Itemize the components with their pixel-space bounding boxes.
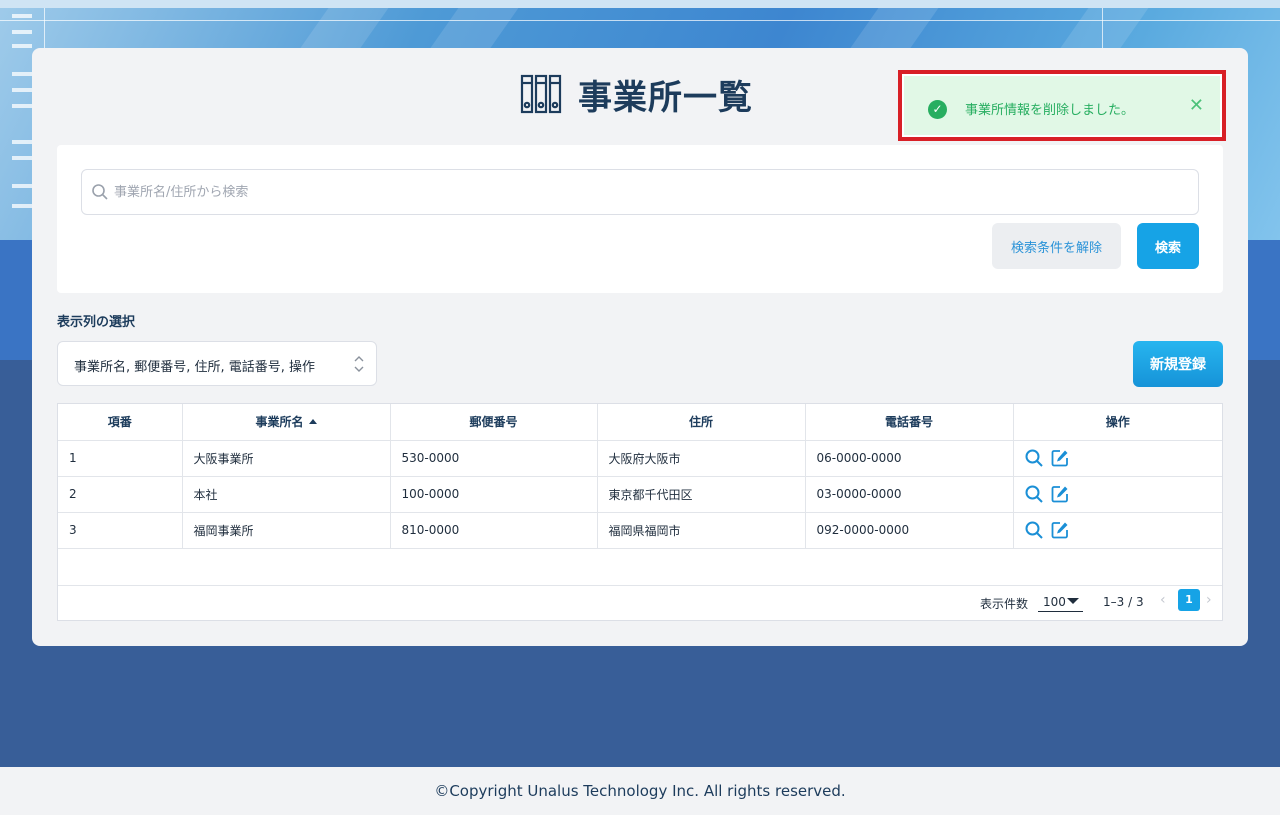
cell-address: 福岡県福岡市	[597, 512, 806, 549]
background-mark	[12, 44, 32, 48]
column-select-label: 表示列の選択	[57, 315, 136, 330]
search-field[interactable]	[81, 169, 1199, 215]
background-mark	[12, 72, 32, 76]
header-label: 項番	[107, 415, 132, 430]
success-toast: ✓ 事業所情報を削除しました。 ✕	[898, 70, 1226, 141]
page-button-1[interactable]: 1	[1178, 589, 1200, 611]
background-mark	[12, 14, 32, 18]
cell-phone: 092-0000-0000	[805, 512, 1014, 549]
sort-ascending-icon	[308, 419, 317, 425]
column-select-value: 事業所名, 郵便番号, 住所, 電話番号, 操作	[74, 360, 316, 375]
table-row[interactable]: 2 本社 100-0000 東京都千代田区 03-0000-0000	[58, 476, 1222, 513]
toast-message: 事業所情報を削除しました。	[965, 103, 1135, 118]
edit-icon[interactable]	[1051, 449, 1069, 467]
chevron-left-icon[interactable]: ‹	[1160, 592, 1166, 608]
search-icon[interactable]	[1025, 521, 1043, 539]
header-label: 郵便番号	[469, 415, 518, 430]
cell-name: 福岡事業所	[182, 512, 391, 549]
select-arrows-icon	[354, 356, 364, 372]
column-header-zip[interactable]: 郵便番号	[390, 404, 598, 441]
background-line	[0, 20, 1280, 21]
search-icon[interactable]	[1025, 449, 1043, 467]
office-binders-icon	[520, 74, 562, 114]
search-panel: 検索条件を解除 検索	[57, 145, 1223, 293]
search-icon[interactable]	[1025, 485, 1043, 503]
page-size-label: 表示件数	[980, 597, 1029, 611]
cell-name: 大阪事業所	[182, 440, 391, 477]
edit-icon[interactable]	[1051, 521, 1069, 539]
clear-search-button[interactable]: 検索条件を解除	[992, 223, 1121, 269]
background-mark	[12, 204, 32, 208]
background-mark	[12, 184, 32, 188]
table-row[interactable]: 3 福岡事業所 810-0000 福岡県福岡市 092-0000-0000	[58, 512, 1222, 549]
cell-phone: 03-0000-0000	[805, 476, 1014, 513]
cell-phone: 06-0000-0000	[805, 440, 1014, 477]
cell-zip: 810-0000	[390, 512, 598, 549]
cell-address: 東京都千代田区	[597, 476, 806, 513]
copyright-text: ©Copyright Unalus Technology Inc. All ri…	[434, 782, 846, 800]
office-table: 項番 事業所名 郵便番号 住所 電話番号 操作 1 大阪事業所 530-0000…	[57, 403, 1223, 621]
column-header-no[interactable]: 項番	[58, 404, 183, 441]
background-mark	[12, 140, 32, 144]
cell-address: 大阪府大阪市	[597, 440, 806, 477]
new-registration-button[interactable]: 新規登録	[1133, 341, 1223, 387]
column-header-actions: 操作	[1013, 404, 1222, 441]
chevron-right-icon[interactable]: ›	[1206, 592, 1212, 608]
page-title: 事業所一覧	[578, 77, 753, 118]
column-header-name[interactable]: 事業所名	[182, 404, 391, 441]
page-size-select[interactable]: 100	[1038, 592, 1083, 612]
column-header-phone[interactable]: 電話番号	[805, 404, 1014, 441]
background-mark	[12, 104, 32, 108]
cell-actions	[1013, 512, 1222, 549]
caret-down-icon	[1067, 598, 1079, 604]
cell-actions	[1013, 476, 1222, 513]
cell-name: 本社	[182, 476, 391, 513]
search-input[interactable]	[114, 170, 1174, 214]
cell-zip: 100-0000	[390, 476, 598, 513]
cell-no: 2	[58, 476, 183, 513]
main-card: 事業所一覧 ✓ 事業所情報を削除しました。 ✕ 検索条件を解除 検索 表示列の選…	[32, 48, 1248, 646]
page-range: 1–3 / 3	[1103, 595, 1144, 609]
background-mark	[12, 30, 32, 34]
cell-no: 1	[58, 440, 183, 477]
background-mark	[12, 88, 32, 92]
success-check-icon: ✓	[928, 100, 947, 119]
cell-no: 3	[58, 512, 183, 549]
header-label: 操作	[1105, 415, 1130, 430]
column-header-address[interactable]: 住所	[597, 404, 806, 441]
table-row[interactable]: 1 大阪事業所 530-0000 大阪府大阪市 06-0000-0000	[58, 440, 1222, 477]
empty-cell	[58, 548, 1222, 586]
background-top-strip	[0, 0, 1280, 8]
header-label: 事業所名	[255, 415, 304, 430]
column-select[interactable]: 事業所名, 郵便番号, 住所, 電話番号, 操作	[57, 341, 377, 386]
cell-actions	[1013, 440, 1222, 477]
edit-icon[interactable]	[1051, 485, 1069, 503]
search-button[interactable]: 検索	[1137, 223, 1199, 269]
search-icon	[92, 184, 108, 200]
empty-row	[58, 548, 1222, 586]
page-header: 事業所一覧	[520, 68, 753, 120]
footer: ©Copyright Unalus Technology Inc. All ri…	[0, 767, 1280, 815]
page-size-value: 100	[1043, 595, 1066, 609]
pagination: 表示件数 100 1–3 / 3 ‹ 1 ›	[58, 584, 1222, 620]
toast-close-icon[interactable]: ✕	[1189, 95, 1204, 116]
table-header-row: 項番 事業所名 郵便番号 住所 電話番号 操作	[58, 404, 1222, 441]
toast-body: ✓ 事業所情報を削除しました。 ✕	[904, 76, 1220, 135]
cell-zip: 530-0000	[390, 440, 598, 477]
header-label: 電話番号	[884, 415, 933, 430]
header-label: 住所	[688, 415, 713, 430]
background-mark	[12, 156, 32, 160]
